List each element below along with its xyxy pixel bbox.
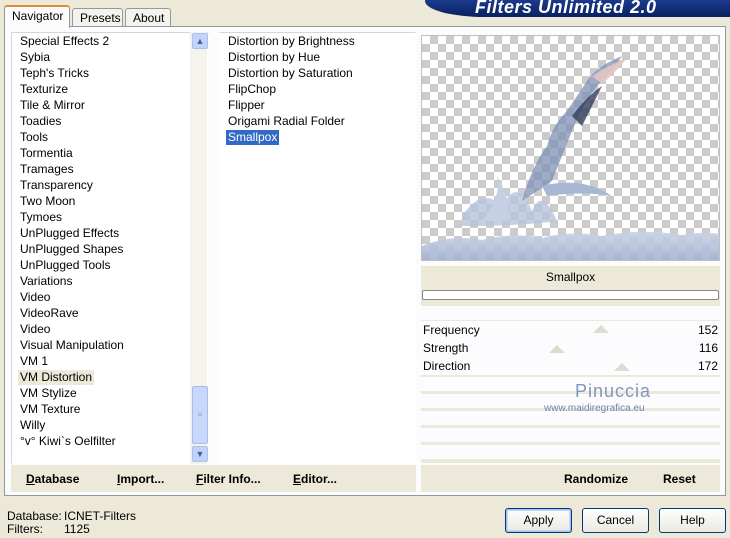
category-item[interactable]: Video [18,322,52,337]
filter-item[interactable]: Origami Radial Folder [226,114,347,129]
category-item[interactable]: Special Effects 2 [18,34,111,49]
category-item[interactable]: UnPlugged Tools [18,258,113,273]
param-label: Strength [423,341,469,355]
status-filters-label: Filters: [7,522,43,536]
category-item[interactable]: Video [18,290,52,305]
filter-item[interactable]: Distortion by Hue [226,50,322,65]
filter-item[interactable]: FlipChop [226,82,278,97]
reset-button[interactable]: Reset [663,472,696,486]
status-database: Database: ICNET-Filters [7,509,136,523]
category-item[interactable]: VM Distortion [18,370,95,385]
filter-title: Smallpox [545,270,596,284]
filter-list[interactable]: Distortion by Brightness Distortion by Hu… [219,32,416,464]
tab-presets[interactable]: Presets [72,8,123,27]
category-item[interactable]: Transparency [18,178,95,193]
category-item[interactable]: Tormentia [18,146,75,161]
chevron-up-icon[interactable]: ▲ [192,33,208,49]
param-label: Frequency [423,323,480,337]
status-filters-value: 1125 [64,522,90,536]
cancel-button[interactable]: Cancel [582,508,649,533]
category-item[interactable]: UnPlugged Effects [18,226,121,241]
import-button[interactable]: Import... [117,472,164,486]
category-list[interactable]: Special Effects 2 Sybia Teph's Tricks Textu… [11,32,209,464]
app-banner: Filters Unlimited 2.0 [425,0,730,17]
filter-settings-panel: Smallpox Frequency 152 Strength 116 Dire… [421,266,720,463]
chevron-down-icon[interactable]: ▼ [192,446,208,462]
status-filters: Filters: 1125 [7,522,90,536]
scroll-thumb[interactable]: ≡ [192,386,208,444]
category-item[interactable]: Teph's Tricks [18,66,91,81]
category-item[interactable]: VM Stylize [18,386,79,401]
param-empty-row [421,445,720,459]
app-title: Filters Unlimited 2.0 [475,0,657,17]
database-button[interactable]: Database [26,472,79,486]
filter-action-bar: Randomize Reset [421,465,720,492]
category-item[interactable]: Tramages [18,162,76,177]
slider-marker[interactable] [614,363,630,371]
category-item[interactable]: VideoRave [18,306,81,321]
category-item[interactable]: Tools [18,130,50,145]
randomize-button[interactable]: Randomize [564,472,628,486]
preview-artwork [422,56,719,260]
category-item[interactable]: Tile & Mirror [18,98,87,113]
category-item[interactable]: VM Texture [18,402,82,417]
category-item[interactable]: VM 1 [18,354,50,369]
slider-marker[interactable] [549,345,565,353]
category-scrollbar[interactable]: ▲ ≡ ▼ [190,32,208,464]
filter-item[interactable]: Smallpox [226,130,280,145]
category-item[interactable]: Visual Manipulation [18,338,126,353]
param-empty-row [421,428,720,442]
param-label: Direction [423,359,471,373]
category-item[interactable]: Texturize [18,82,70,97]
param-direction[interactable]: Direction 172 [421,357,720,375]
slider-marker[interactable] [593,325,609,333]
tab-about[interactable]: About [125,8,171,27]
help-button[interactable]: Help [659,508,726,533]
filter-item[interactable]: Distortion by Saturation [226,66,355,81]
param-spacer [421,306,720,320]
status-database-label: Database: [7,509,62,523]
category-item[interactable]: Sybia [18,50,52,65]
param-frequency[interactable]: Frequency 152 [421,321,720,339]
category-item[interactable]: Two Moon [18,194,77,209]
apply-button[interactable]: Apply [505,508,572,533]
filter-item[interactable]: Flipper [226,98,267,113]
param-value: 116 [698,341,718,355]
navigator-action-bar: Database Import... Filter Info... Editor… [11,465,416,492]
tab-navigator[interactable]: Navigator [4,5,70,28]
param-value: 152 [697,323,718,337]
category-item[interactable]: °v° Kiwi`s Oelfilter [18,434,118,449]
category-item[interactable]: Toadies [18,114,63,129]
param-value: 172 [697,359,718,373]
editor-button[interactable]: Editor... [293,472,337,486]
filter-item[interactable]: Distortion by Brightness [226,34,357,49]
progress-bar [422,290,719,300]
watermark-url: www.maidiregrafica.eu [544,403,645,414]
category-item[interactable]: Variations [18,274,74,289]
preview-image [421,35,720,261]
category-item[interactable]: Tymoes [18,210,64,225]
status-database-value: ICNET-Filters [64,509,136,523]
param-strength[interactable]: Strength 116 [421,339,720,357]
category-item[interactable]: UnPlugged Shapes [18,242,125,257]
category-item[interactable]: Willy [18,418,47,433]
filter-info-button[interactable]: Filter Info... [196,472,261,486]
watermark-name: Pinuccia [575,381,652,401]
param-empty-row [421,377,720,391]
